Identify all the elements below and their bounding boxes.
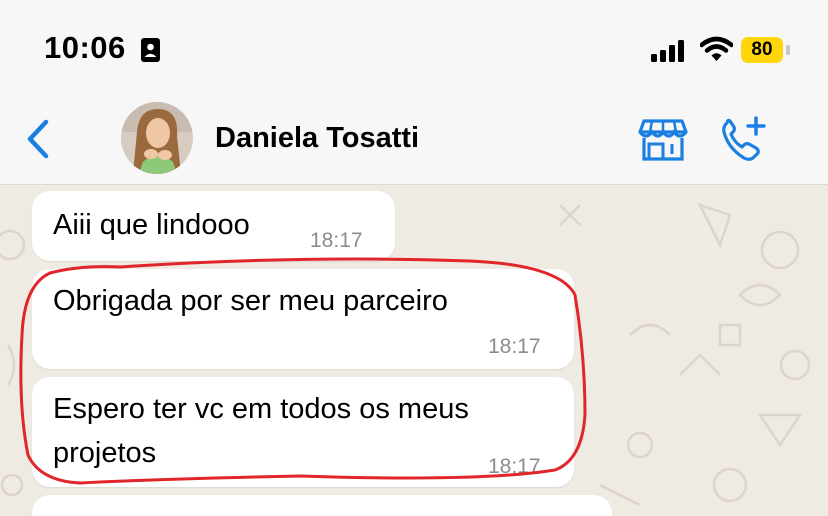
status-bar: 10:06 80 [0,0,828,96]
message-text: Obrigada por ser meu parceiro [53,285,448,317]
message-time: 18:17 [488,455,541,478]
contact-name[interactable]: Daniela Tosatti [215,122,419,155]
battery-nub [786,45,790,55]
wifi-icon [700,36,733,61]
chat-header: Daniela Tosatti [0,96,828,185]
message-time: 18:17 [488,335,541,358]
add-call-icon[interactable] [718,114,770,164]
status-time: 10:06 [44,30,126,65]
chat-area[interactable]: Aiii que lindooo 18:17 Obrigada por ser … [0,185,828,516]
message-text: Aiii que lindooo [53,209,250,241]
battery-indicator: 80 [741,37,783,63]
message-text-line2: projetos [53,437,157,469]
message-bubble[interactable]: Aiii que lindooo 18:17 [32,191,395,261]
message-bubble-partial[interactable] [32,495,612,516]
back-chevron-icon[interactable] [24,118,54,160]
avatar-photo [121,102,193,174]
storefront-icon[interactable] [638,118,688,162]
message-bubble[interactable]: Obrigada por ser meu parceiro 18:17 [32,269,574,369]
message-bubble[interactable]: Espero ter vc em todos os meus projetos … [32,377,574,487]
contact-avatar[interactable] [121,102,193,174]
message-text-line1: Espero ter vc em todos os meus [53,393,469,425]
message-time: 18:17 [310,229,363,252]
cellular-signal-icon [651,40,684,62]
battery-level: 80 [751,39,773,60]
id-card-icon [141,38,160,62]
